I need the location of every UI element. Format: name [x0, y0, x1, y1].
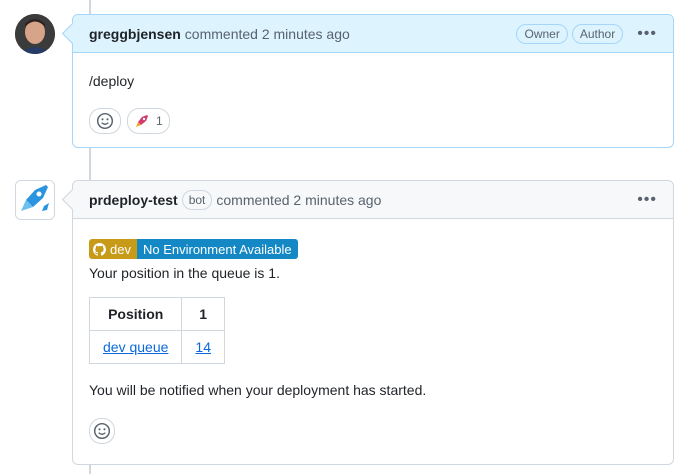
queue-position-text: Your position in the queue is 1. [89, 265, 280, 281]
table-header-cell: 1 [181, 297, 225, 331]
comment-action: commented [184, 25, 258, 42]
environment-name: dev [110, 241, 131, 257]
timestamp[interactable]: 2 minutes ago [293, 192, 381, 208]
author-link[interactable]: greggbjensen [89, 26, 181, 42]
author-link[interactable]: prdeploy-test [89, 192, 178, 208]
more-options-icon[interactable]: ••• [637, 25, 657, 43]
table-cell: dev queue [88, 330, 183, 364]
more-options-icon[interactable]: ••• [637, 191, 657, 209]
environment-badge: dev No Environment Available [89, 239, 298, 259]
environment-status: No Environment Available [136, 239, 298, 259]
reaction-count: 1 [156, 114, 163, 128]
bot-avatar[interactable] [15, 180, 55, 220]
table-cell: 14 [181, 330, 225, 364]
comment-card: greggbjensen commented 2 minutes ago Own… [61, 14, 674, 150]
add-reaction-button[interactable] [89, 418, 115, 444]
add-reaction-button[interactable] [89, 108, 121, 134]
comment-action: commented [216, 191, 290, 208]
table-header-row: Position 1 [88, 297, 225, 331]
comment-header: prdeploy-test bot commented 2 minutes ag… [73, 181, 673, 219]
prdeploy-logo-icon [16, 181, 54, 219]
rocket-icon [136, 115, 148, 127]
timestamp[interactable]: 2 minutes ago [262, 26, 350, 42]
comment-card: prdeploy-test bot commented 2 minutes ag… [61, 180, 674, 465]
pr-number-link[interactable]: 14 [195, 339, 211, 355]
author-badge: Author [571, 23, 624, 44]
queue-table: Position 1 dev queue 14 [88, 297, 225, 364]
rocket-reaction-button[interactable]: 1 [127, 108, 170, 134]
user-avatar-icon [15, 14, 55, 54]
dev-queue-link[interactable]: dev queue [103, 339, 168, 355]
smiley-icon [96, 112, 114, 130]
comment-body: dev No Environment Available Your positi… [73, 219, 673, 460]
table-header-cell: Position [88, 297, 183, 331]
bot-badge: bot [181, 189, 213, 210]
comment-body: /deploy 1 [73, 53, 673, 150]
owner-badge: Owner [516, 23, 568, 44]
comment-text: /deploy [89, 73, 135, 89]
environment-name-segment: dev [89, 239, 137, 259]
github-icon [93, 242, 106, 256]
table-row: dev queue 14 [88, 330, 225, 364]
notification-text: You will be notified when your deploymen… [89, 382, 427, 398]
avatar[interactable] [15, 14, 55, 54]
comment-header: greggbjensen commented 2 minutes ago Own… [73, 15, 673, 53]
smiley-icon [93, 422, 111, 440]
reactions: 1 [89, 108, 657, 134]
